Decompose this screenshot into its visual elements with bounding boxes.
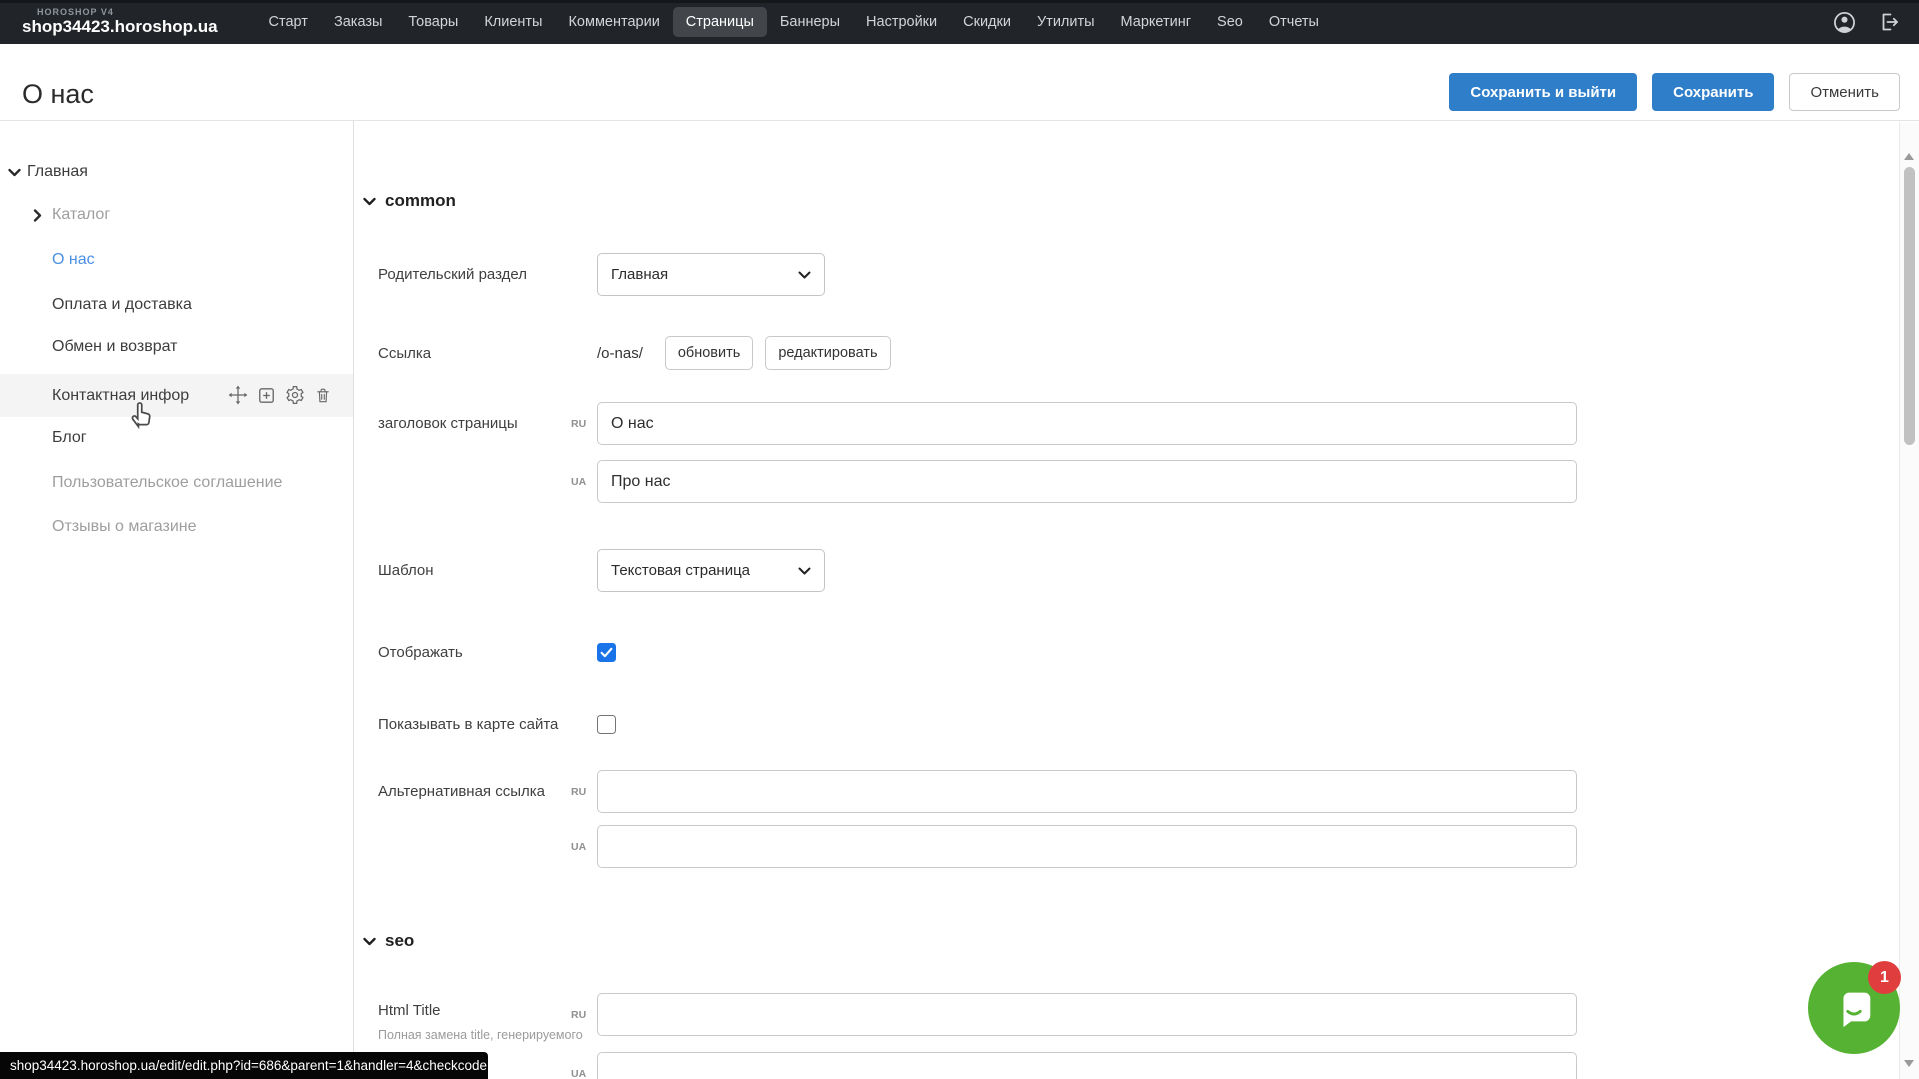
alt-link-label: Альтернативная ссылка xyxy=(378,783,571,800)
chevron-down-icon xyxy=(363,197,376,206)
browser-status-url: shop34423.horoshop.ua/edit/edit.php?id=6… xyxy=(0,1052,488,1079)
parent-section-label: Родительский раздел xyxy=(378,266,597,283)
save-and-exit-button[interactable]: Сохранить и выйти xyxy=(1449,73,1637,111)
nav-item-seo[interactable]: Seo xyxy=(1204,7,1256,37)
cancel-button[interactable]: Отменить xyxy=(1789,73,1900,111)
sitemap-label: Показывать в карте сайта xyxy=(378,716,597,733)
parent-section-select[interactable]: Главная xyxy=(597,253,825,296)
nav-item-utilities[interactable]: Утилиты xyxy=(1024,7,1108,37)
nav-item-banners[interactable]: Баннеры xyxy=(767,7,853,37)
link-label: Ссылка xyxy=(378,345,597,362)
link-update-button[interactable]: обновить xyxy=(665,336,753,370)
chevron-down-icon xyxy=(8,168,21,177)
tree-item-blog[interactable]: Блог xyxy=(0,417,353,459)
lang-badge-ru: RU xyxy=(571,786,597,798)
nav-item-products[interactable]: Товары xyxy=(395,7,471,37)
tree-item-obmen[interactable]: Обмен и возврат xyxy=(0,326,353,368)
nav-item-discounts[interactable]: Скидки xyxy=(950,7,1024,37)
scroll-up-arrow[interactable] xyxy=(1904,153,1914,160)
nav-item-settings[interactable]: Настройки xyxy=(853,7,950,37)
delete-icon[interactable] xyxy=(314,386,332,405)
section-common-toggle[interactable]: common xyxy=(363,187,456,215)
template-select[interactable]: Текстовая страница xyxy=(597,549,825,592)
logout-icon[interactable] xyxy=(1877,10,1901,34)
chat-unread-badge: 1 xyxy=(1868,961,1901,994)
alt-link-ru-input[interactable] xyxy=(597,770,1577,813)
main-nav: Старт Заказы Товары Клиенты Комментарии … xyxy=(256,7,1332,37)
lang-badge-ru: RU xyxy=(571,418,597,430)
brand-domain: shop34423.horoshop.ua xyxy=(22,18,218,36)
tree-item-otzyvy[interactable]: Отзывы о магазине xyxy=(0,506,353,548)
html-title-label: Html Title xyxy=(378,1002,571,1019)
nav-item-comments[interactable]: Комментарии xyxy=(555,7,672,37)
nav-item-start[interactable]: Старт xyxy=(256,7,321,37)
tree-item-o-nas[interactable]: О нас xyxy=(0,239,353,281)
page-title-ru-input[interactable] xyxy=(597,402,1577,445)
chevron-down-icon xyxy=(798,567,811,575)
link-edit-button[interactable]: редактировать xyxy=(765,336,890,370)
tree-item-glavnaya[interactable]: Главная xyxy=(0,151,353,193)
nav-item-reports[interactable]: Отчеты xyxy=(1256,7,1332,37)
tree-item-kontaktnaya[interactable]: Контактная инфор xyxy=(0,374,353,417)
chevron-down-icon xyxy=(363,937,376,946)
chat-bubble-icon xyxy=(1831,985,1877,1031)
display-label: Отображать xyxy=(378,644,597,661)
nav-item-orders[interactable]: Заказы xyxy=(321,7,395,37)
alt-link-ua-input[interactable] xyxy=(597,825,1577,868)
vertical-scrollbar[interactable] xyxy=(1899,122,1919,1079)
link-path: /o-nas/ xyxy=(597,345,643,362)
lang-badge-ua: UA xyxy=(571,1068,597,1079)
html-title-ru-input[interactable] xyxy=(597,993,1577,1036)
nav-item-clients[interactable]: Клиенты xyxy=(471,7,555,37)
pages-tree-sidebar: Главная Каталог О нас Оплата и доставка … xyxy=(0,121,354,1079)
brand-logo[interactable]: HOROSHOP V4 shop34423.horoshop.ua xyxy=(22,8,218,35)
chat-widget-button[interactable]: 1 xyxy=(1808,962,1900,1054)
template-label: Шаблон xyxy=(378,562,597,579)
lang-badge-ua: UA xyxy=(571,476,597,488)
lang-badge-ru: RU xyxy=(571,1009,597,1021)
page-header: О нас Сохранить и выйти Сохранить Отмени… xyxy=(0,44,1919,121)
add-icon[interactable] xyxy=(257,386,276,405)
nav-item-pages[interactable]: Страницы xyxy=(673,7,767,37)
chevron-down-icon xyxy=(798,271,811,279)
scroll-down-arrow[interactable] xyxy=(1904,1060,1914,1067)
tree-item-katalog[interactable]: Каталог xyxy=(0,194,353,236)
lang-badge-ua: UA xyxy=(571,841,597,853)
page-title-label: заголовок страницы xyxy=(378,415,571,432)
sitemap-checkbox[interactable] xyxy=(597,715,616,734)
page-title: О нас xyxy=(22,77,94,111)
settings-icon[interactable] xyxy=(285,385,305,405)
chevron-right-icon xyxy=(33,209,42,222)
html-title-ua-input[interactable] xyxy=(597,1052,1577,1079)
scrollbar-thumb[interactable] xyxy=(1904,167,1915,445)
section-seo-toggle[interactable]: seo xyxy=(363,927,414,955)
page-edit-form: common Родительский раздел Главная Ссылк… xyxy=(354,121,1919,1079)
nav-item-marketing[interactable]: Маркетинг xyxy=(1108,7,1205,37)
display-checkbox[interactable] xyxy=(597,643,616,662)
tree-item-polzovatelskoe[interactable]: Пользовательское соглашение xyxy=(0,462,353,504)
save-button[interactable]: Сохранить xyxy=(1652,73,1774,111)
move-icon[interactable] xyxy=(228,385,248,405)
topbar: HOROSHOP V4 shop34423.horoshop.ua Старт … xyxy=(0,0,1919,44)
tree-item-oplata[interactable]: Оплата и доставка xyxy=(0,284,353,326)
html-title-hint: Полная замена title, генерируемого xyxy=(378,1028,571,1042)
account-icon[interactable] xyxy=(1832,10,1857,35)
page-title-ua-input[interactable] xyxy=(597,460,1577,503)
